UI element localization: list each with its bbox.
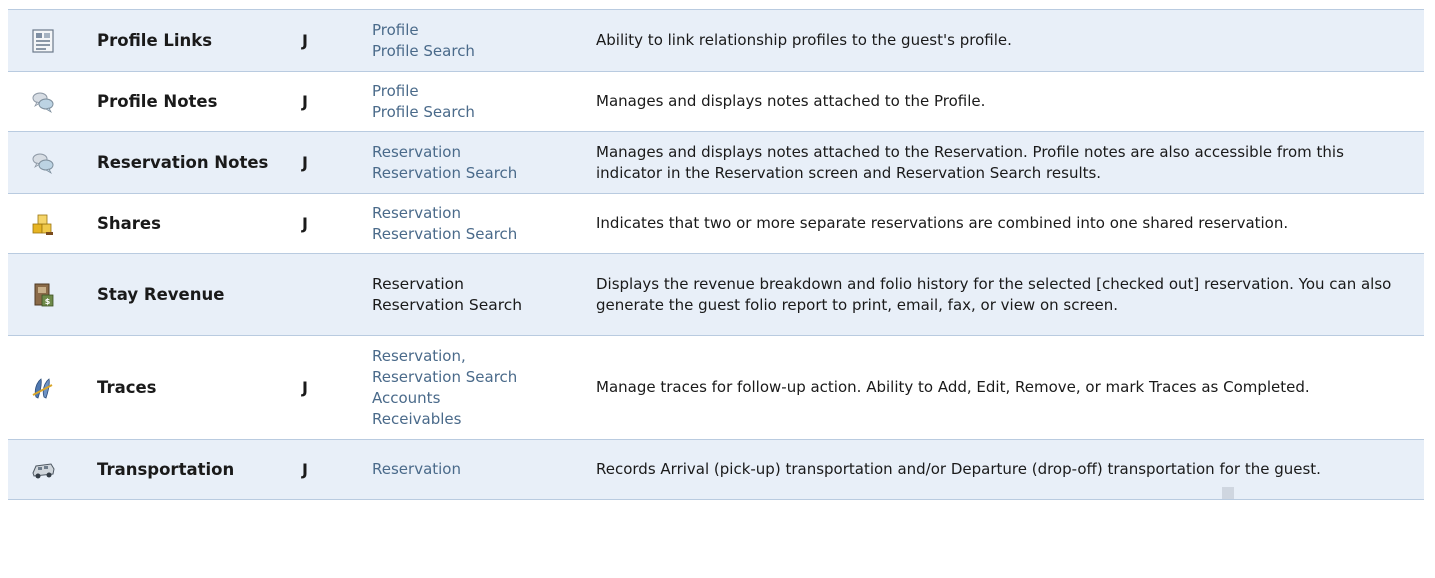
location-item: Reservation Search — [372, 163, 518, 182]
location-item: Reservation, — [372, 346, 466, 365]
icon-cell — [8, 336, 78, 440]
location-item: Accounts — [372, 388, 441, 407]
table-row: Profile Notes J Profile Profile Search M… — [8, 71, 1424, 132]
table-row: Profile Links J Profile Profile Search A… — [8, 9, 1424, 72]
icon-cell — [8, 194, 78, 254]
stay-revenue-icon: $ — [34, 283, 54, 306]
indicator-locations: Reservation Reservation Search — [362, 194, 586, 254]
table-row: $ Stay Revenue Reservation Reservation S… — [8, 253, 1424, 336]
icon-cell — [8, 132, 78, 194]
indicator-description: Manages and displays notes attached to t… — [596, 142, 1344, 182]
indicator-name: Traces — [97, 378, 157, 397]
location-item: Profile Search — [372, 41, 475, 60]
indicator-name: Shares — [97, 214, 161, 233]
location-item: Reservation — [372, 203, 461, 222]
indicator-name: Stay Revenue — [97, 285, 225, 304]
icon-cell: $ — [8, 254, 78, 336]
watermark-fragment — [1222, 487, 1234, 499]
indicator-flag: J — [302, 92, 308, 111]
indicators-table: Profile Links J Profile Profile Search A… — [8, 9, 1424, 500]
location-item: Reservation — [372, 142, 461, 161]
indicator-description: Indicates that two or more separate rese… — [596, 214, 1289, 232]
location-item: Reservation Search — [372, 224, 518, 243]
icon-cell — [8, 440, 78, 500]
notes-icon — [32, 92, 54, 113]
indicator-flag: J — [302, 31, 308, 50]
notes-icon — [32, 153, 54, 174]
indicator-description: Displays the revenue breakdown and folio… — [596, 274, 1392, 314]
location-item: Reservation Search — [372, 295, 523, 314]
location-item: Profile — [372, 20, 419, 39]
profile-links-icon — [32, 28, 54, 53]
icon-cell — [8, 72, 78, 132]
traces-icon — [32, 377, 53, 399]
indicator-name: Reservation Notes — [97, 153, 269, 172]
indicator-locations: Reservation Reservation Search — [362, 254, 586, 336]
indicator-locations: Reservation Reservation Search — [362, 132, 586, 194]
table-row: Traces J Reservation, Reservation Search… — [8, 335, 1424, 440]
indicator-name: Profile Links — [97, 31, 213, 50]
location-item: Reservation Search — [372, 367, 518, 386]
indicator-description: Manages and displays notes attached to t… — [596, 92, 986, 110]
indicator-flag: J — [302, 460, 308, 479]
indicator-locations: Profile Profile Search — [362, 72, 586, 132]
indicator-description: Records Arrival (pick-up) transportation… — [596, 460, 1321, 478]
location-item: Reservation — [372, 274, 464, 293]
indicator-flag: J — [302, 378, 308, 397]
table-row: Reservation Notes J Reservation Reservat… — [8, 131, 1424, 194]
indicator-locations: Reservation — [362, 440, 586, 500]
indicator-description: Ability to link relationship profiles to… — [596, 31, 1012, 49]
icon-cell — [8, 10, 78, 72]
indicators-table-page: Profile Links J Profile Profile Search A… — [0, 0, 1435, 578]
indicator-description: Manage traces for follow-up action. Abil… — [596, 378, 1310, 396]
indicator-locations: Reservation, Reservation Search Accounts… — [362, 336, 586, 440]
location-item: Profile Search — [372, 102, 475, 121]
location-item: Receivables — [372, 409, 462, 428]
table-row: Transportation J Reservation Records Arr… — [8, 439, 1424, 500]
indicator-name: Transportation — [97, 460, 235, 479]
location-item: Reservation — [372, 460, 461, 478]
table-row: Shares J Reservation Reservation Search … — [8, 193, 1424, 254]
svg-text:$: $ — [45, 297, 51, 306]
transportation-icon — [32, 462, 55, 478]
indicator-flag: J — [302, 153, 308, 172]
indicator-name: Profile Notes — [97, 92, 218, 111]
indicator-flag: J — [302, 214, 308, 233]
location-item: Profile — [372, 81, 419, 100]
indicator-locations: Profile Profile Search — [362, 10, 586, 72]
shares-icon — [32, 214, 53, 235]
indicator-flag — [297, 254, 362, 336]
